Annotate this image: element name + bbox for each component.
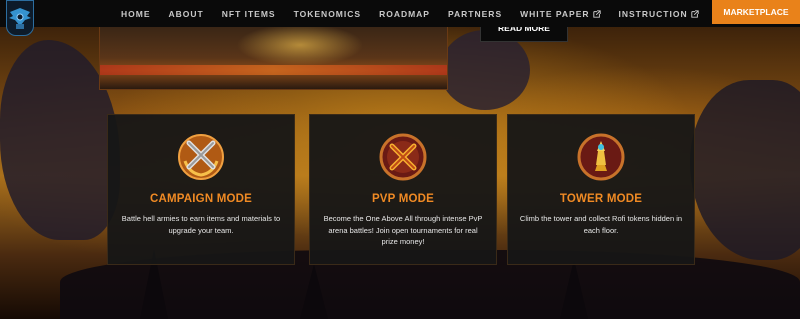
nav-item-label: ROADMAP xyxy=(379,8,430,19)
nav-item-label: TOKENOMICS xyxy=(293,8,362,19)
nav-item-home[interactable]: HOME xyxy=(121,9,151,19)
card-title: CAMPAIGN MODE xyxy=(149,193,253,205)
nav-item-roadmap[interactable]: ROADMAP xyxy=(379,9,430,19)
nav-item-nft-items[interactable]: NFT ITEMS xyxy=(222,9,276,19)
nav-item-tokenomics[interactable]: TOKENOMICS xyxy=(294,9,361,19)
card-description: Climb the tower and collect Rofi tokens … xyxy=(519,214,683,235)
card-description: Become the One Above All through intense… xyxy=(323,214,483,246)
external-link-icon xyxy=(592,9,601,18)
card-title: PVP MODE xyxy=(371,193,435,205)
mode-card-campaign[interactable]: CAMPAIGN MODE Battle hell armies to earn… xyxy=(107,114,295,265)
mode-card-tower[interactable]: TOWER MODE Climb the tower and collect R… xyxy=(507,114,695,265)
external-link-icon xyxy=(690,9,699,18)
nav-item-label: PARTNERS xyxy=(447,8,503,19)
marketplace-button[interactable]: MARKETPLACE xyxy=(712,0,800,24)
hero-image-detail xyxy=(100,65,447,75)
wings-shield-logo-icon[interactable] xyxy=(6,0,34,36)
nav-item-label: INSTRUCTION xyxy=(618,8,688,19)
nav-menu: HOME ABOUT NFT ITEMS TOKENOMICS ROADMAP … xyxy=(121,0,726,27)
nav-item-white-paper[interactable]: WHITE PAPER xyxy=(520,8,601,19)
background-rock xyxy=(440,30,530,110)
tower-trophy-icon xyxy=(577,133,625,181)
crossed-weapons-medal-icon xyxy=(379,133,427,181)
nav-item-label: WHITE PAPER xyxy=(520,8,590,19)
card-description: Battle hell armies to earn items and mat… xyxy=(121,214,281,235)
top-navigation: HOME ABOUT NFT ITEMS TOKENOMICS ROADMAP … xyxy=(0,0,800,27)
nav-item-label: ABOUT xyxy=(168,8,204,19)
logo-graphic xyxy=(9,8,31,29)
nav-item-label: NFT ITEMS xyxy=(221,8,276,19)
card-title: TOWER MODE xyxy=(559,193,643,205)
mode-card-pvp[interactable]: PVP MODE Become the One Above All throug… xyxy=(309,114,497,265)
nav-item-instruction[interactable]: INSTRUCTION xyxy=(619,9,699,19)
nav-item-label: HOME xyxy=(121,8,151,19)
background-spire xyxy=(300,264,328,319)
nav-item-about[interactable]: ABOUT xyxy=(169,9,204,19)
nav-item-partners[interactable]: PARTNERS xyxy=(448,9,502,19)
crossed-swords-laurel-icon xyxy=(178,134,224,180)
hero-image xyxy=(99,26,448,90)
background-spire xyxy=(560,259,588,319)
